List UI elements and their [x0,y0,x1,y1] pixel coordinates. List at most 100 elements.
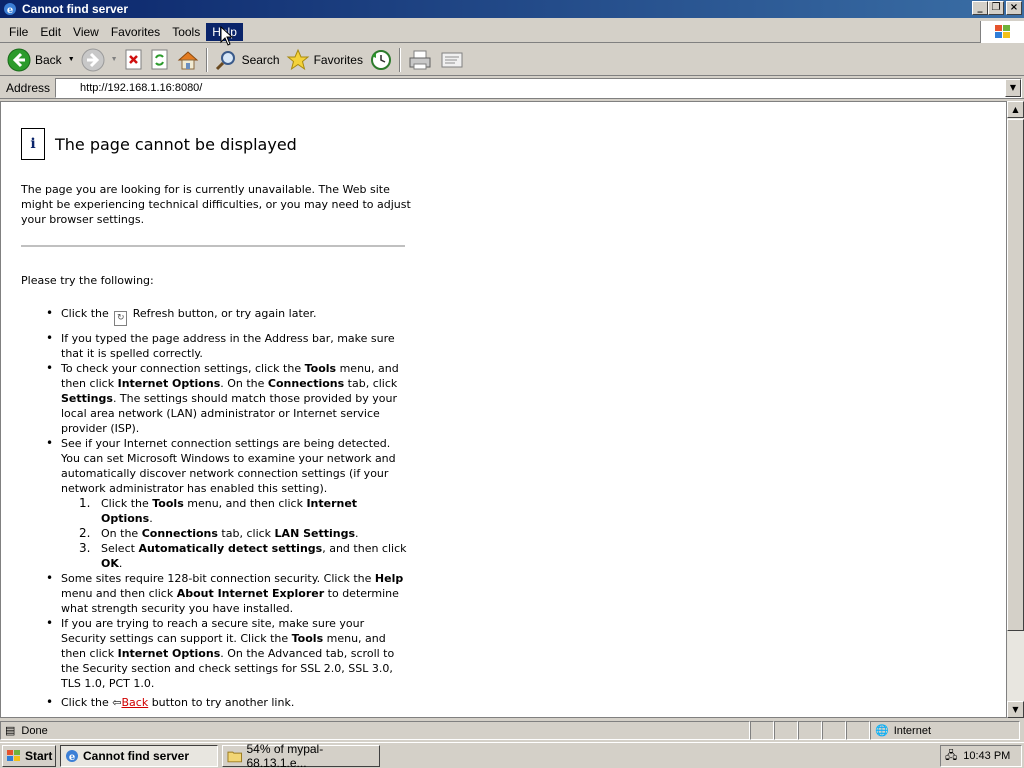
network-icon[interactable]: 🖧 [945,747,957,766]
start-button[interactable]: Start [2,744,56,767]
minimize-button[interactable]: _ [972,1,988,15]
task-download[interactable]: 54% of mypal-68.13.1.e... [222,741,380,768]
menu-file[interactable]: File [3,23,34,41]
stop-icon [125,49,142,69]
back-arrow-icon [7,48,31,71]
history-button[interactable] [366,46,396,74]
text: Automatically detect settings [138,542,323,555]
search-label: Search [241,52,280,67]
menu-tools[interactable]: Tools [166,23,206,41]
title-bar: e Cannot find server _ ❐ × [0,0,1024,18]
list-item: If you are trying to reach a secure site… [46,616,411,691]
status-cell [846,721,870,740]
text: Click the [101,497,153,510]
refresh-icon: ↻ [114,311,128,326]
back-link[interactable]: Back [121,696,148,709]
text: Internet Options [117,647,221,660]
text: Internet Options [117,377,221,390]
text: If you typed the page address in the Add… [61,332,395,360]
mouse-cursor-icon [220,26,234,46]
text: . On the [220,377,268,390]
text: Refresh button, or try again later. [129,307,317,320]
list-item: To check your connection settings, click… [46,361,411,436]
task-label: Cannot find server [83,748,190,763]
text: Connections [141,527,218,540]
toolbar-separator [205,47,208,72]
address-label: Address [6,80,51,95]
text: Some sites require 128-bit connection se… [61,572,375,585]
text: Tools [291,632,324,645]
search-button[interactable]: Search [211,46,283,74]
folder-icon [227,751,243,762]
forward-button[interactable]: ▼ [78,46,121,74]
scroll-thumb[interactable] [1007,119,1024,631]
address-dropdown-button[interactable]: ▼ [1005,78,1021,97]
window-title: Cannot find server [22,2,129,16]
text: Help [374,572,404,585]
page-icon [60,81,76,95]
try-heading: Please try the following: [21,274,154,287]
restore-button[interactable]: ❐ [988,1,1004,15]
vertical-scrollbar[interactable]: ▲ ▼ [1007,101,1024,718]
windows-flag-icon [7,749,20,761]
star-icon [286,48,309,70]
list-item: If you typed the page address in the Add… [46,331,411,361]
status-cell [774,721,798,740]
task-ie-window[interactable]: e Cannot find server [60,744,218,767]
error-header: i The page cannot be displayed [21,124,411,164]
start-label: Start [25,748,53,763]
list-item: Click the ⇦Back button to try another li… [46,695,411,710]
toolbar-separator [398,47,401,72]
step-item: Select Automatically detect settings, an… [79,541,411,571]
status-bar: ▤ Done 🌐 Internet [0,720,1024,741]
address-input[interactable] [80,81,1005,94]
zone-text: Internet [893,724,932,737]
text: tab, click [217,527,275,540]
print-button[interactable] [404,46,436,74]
text: menu and then click [61,587,177,600]
status-text-cell: ▤ Done [0,721,750,740]
globe-icon: 🌐 [875,725,889,737]
back-label: Back [35,52,62,67]
history-icon [370,49,391,70]
menu-edit[interactable]: Edit [34,23,67,41]
page-status-icon: ▤ [5,725,16,737]
list-item: See if your Internet connection settings… [46,436,411,571]
step-item: On the Connections tab, click LAN Settin… [79,526,411,541]
svg-text:e: e [7,5,13,16]
zone-cell: 🌐 Internet [870,721,1020,740]
back-dropdown-icon[interactable]: ▼ [68,56,75,63]
scroll-up-button[interactable]: ▲ [1007,101,1024,118]
back-button[interactable]: Back ▼ [4,46,78,74]
address-bar: Address ▼ [0,77,1024,99]
address-field[interactable]: ▼ [55,77,1022,98]
text: LAN Settings [274,527,356,540]
status-cell [798,721,822,740]
page-title: The page cannot be displayed [55,134,297,154]
list-item: Click the ↻ Refresh button, or try again… [46,306,411,326]
favorites-label: Favorites [313,52,363,67]
home-button[interactable] [173,46,203,74]
text: . [118,557,123,570]
edit-page-icon [441,52,463,67]
menu-favorites[interactable]: Favorites [105,23,166,41]
text: About Internet Explorer [176,587,325,600]
text: See if your Internet connection settings… [61,437,396,495]
forward-dropdown-icon[interactable]: ▼ [111,56,118,63]
forward-arrow-icon [81,48,105,71]
ie-icon[interactable]: e [2,1,18,17]
stop-button[interactable] [121,46,147,74]
windows-logo-icon [980,21,1024,43]
text: OK [101,557,119,570]
close-button[interactable]: × [1006,1,1022,15]
svg-text:e: e [69,752,75,763]
task-label: 54% of mypal-68.13.1.e... [246,741,324,768]
scroll-down-button[interactable]: ▼ [1007,701,1024,718]
taskbar: Start e Cannot find server 54% of mypal-… [0,742,1024,768]
home-icon [177,50,198,69]
edit-button[interactable] [436,46,468,74]
favorites-button[interactable]: Favorites [283,46,366,74]
menu-view[interactable]: View [67,23,105,41]
text: Tools [304,362,337,375]
refresh-button[interactable] [147,46,173,74]
